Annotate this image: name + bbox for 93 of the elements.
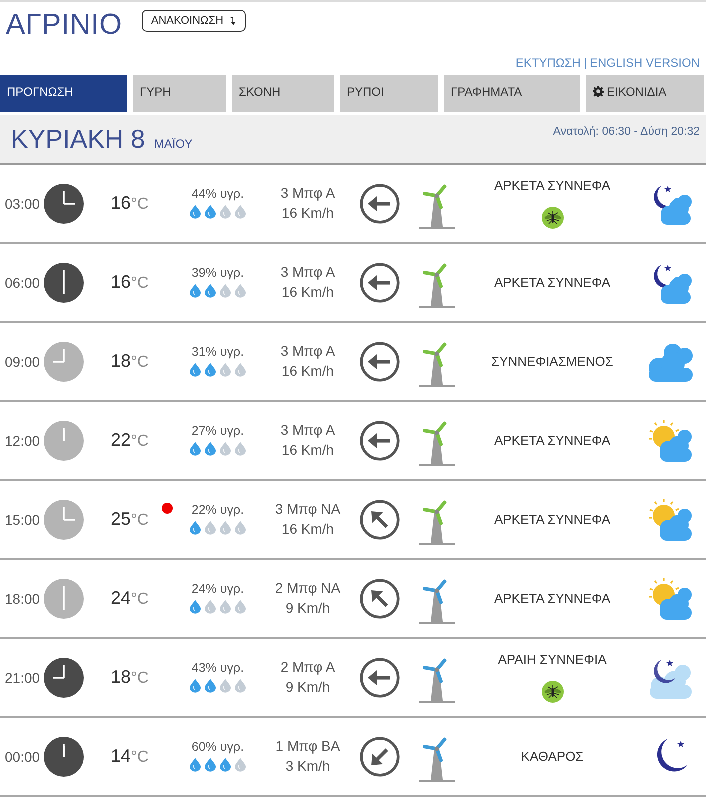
- wind-speed-label: 9 Km/h: [286, 598, 330, 618]
- temperature: 16°C: [111, 272, 149, 293]
- wind-force-label: 3 Μπφ Α: [280, 420, 336, 440]
- drop-icon: [205, 678, 216, 692]
- drop-icon: [205, 442, 216, 456]
- month-label: ΜΑΪΟΥ: [154, 137, 193, 151]
- wind-speed-label: 16 Km/h: [282, 440, 334, 460]
- drop-icon: [220, 442, 231, 456]
- condition-label: ΑΡΚΕΤΑ ΣΥΝΝΕΦΑ: [494, 512, 611, 527]
- day-title: ΚΥΡΙΑΚΗ 8: [11, 124, 146, 155]
- temperature: 25°C: [111, 509, 149, 530]
- nav-tab[interactable]: ΓΡΑΦΗΜΑΤΑ: [444, 75, 580, 112]
- wind-force-label: 1 Μπφ ΒΑ: [276, 736, 340, 756]
- nav-tab[interactable]: ΓΥΡΗ: [133, 75, 226, 112]
- time-label: 00:00: [4, 748, 42, 764]
- wind-speed-label: 16 Km/h: [282, 362, 334, 380]
- humidity-label: 60% υγρ.: [192, 740, 244, 754]
- condition-label: ΑΡΚΕΤΑ ΣΥΝΝΕΦΑ: [494, 591, 611, 606]
- drop-icon: [205, 520, 216, 534]
- drop-icon: [205, 600, 216, 614]
- condition-label: ΑΡΚΕΤΑ ΣΥΝΝΕΦΑ: [494, 433, 611, 448]
- nav-tab[interactable]: ΕΙΚΟΝΙΔΙΑ: [586, 75, 704, 112]
- temperature: 22°C: [111, 430, 149, 451]
- wind-force-label: 3 Μπφ Α: [280, 262, 336, 282]
- condition-label: ΑΡΚΕΤΑ ΣΥΝΝΕΦΑ: [494, 178, 611, 193]
- humidity-label: 24% υγρ.: [192, 582, 244, 596]
- drop-icon: [205, 362, 216, 376]
- wind-speed-label: 16 Km/h: [282, 282, 334, 302]
- nav-tab[interactable]: ΡΥΠΟΙ: [340, 75, 438, 112]
- wind-force-label: 3 Μπφ ΝΑ: [275, 500, 341, 518]
- wind-speed-label: 16 Km/h: [282, 520, 334, 538]
- drop-icon: [190, 284, 201, 298]
- drop-icon: [190, 758, 201, 772]
- drop-icon: [220, 284, 231, 298]
- drop-icon: [235, 442, 246, 456]
- humidity-label: 31% υγρ.: [192, 344, 244, 358]
- drop-icon: [235, 284, 246, 298]
- wind-speed-label: 9 Km/h: [286, 678, 330, 696]
- wind-force-label: 3 Μπφ Α: [280, 342, 336, 360]
- drop-icon: [235, 758, 246, 772]
- temperature: 24°C: [111, 588, 149, 609]
- sun-times: Ανατολή: 06:30 - Δύση 20:32: [553, 126, 700, 138]
- drop-icon: [190, 600, 201, 614]
- condition-label: ΑΡΑΙΗ ΣΥΝΝΕΦΙΑ: [498, 652, 607, 667]
- nav-tab[interactable]: ΠΡΟΓΝΩΣΗ: [0, 75, 127, 112]
- time-label: 21:00: [4, 670, 42, 686]
- humidity-label: 22% υγρ.: [192, 502, 244, 516]
- drop-icon: [205, 204, 216, 218]
- condition-label: ΑΡΚΕΤΑ ΣΥΝΝΕΦΑ: [494, 275, 611, 290]
- drop-icon: [220, 758, 231, 772]
- nav-tab[interactable]: ΣΚΟΝΗ: [232, 75, 334, 112]
- temperature: 18°C: [111, 667, 149, 688]
- time-label: 18:00: [4, 590, 42, 606]
- humidity-label: 44% υγρ.: [192, 186, 244, 200]
- temperature: 18°C: [111, 351, 149, 372]
- drop-icon: [220, 520, 231, 534]
- drop-icon: [220, 678, 231, 692]
- drop-icon: [235, 204, 246, 218]
- wind-force-label: 3 Μπφ Α: [280, 184, 336, 202]
- humidity-label: 39% υγρ.: [192, 266, 244, 280]
- drop-icon: [190, 442, 201, 456]
- drop-icon: [220, 362, 231, 376]
- drop-icon: [190, 520, 201, 534]
- temperature: 14°C: [111, 746, 149, 767]
- drop-icon: [190, 204, 201, 218]
- time-label: 03:00: [4, 196, 42, 212]
- drop-icon: [235, 362, 246, 376]
- temperature: 16°C: [111, 193, 149, 214]
- wind-speed-label: 3 Km/h: [286, 756, 330, 776]
- city-title: ΑΓΡΙΝΙΟ: [6, 8, 122, 42]
- drop-icon: [235, 520, 246, 534]
- gear-icon: [593, 86, 604, 97]
- drop-icon: [190, 678, 201, 692]
- humidity-label: 43% υγρ.: [192, 660, 244, 674]
- arrow-down-icon: [230, 16, 237, 26]
- drop-icon: [220, 204, 231, 218]
- time-label: 06:00: [4, 274, 42, 290]
- time-label: 09:00: [4, 354, 42, 370]
- wind-force-label: 2 Μπφ ΝΑ: [275, 578, 341, 598]
- announcement-button[interactable]: ΑΝΑΚΟΙΝΩΣΗ: [142, 10, 246, 32]
- drop-icon: [220, 600, 231, 614]
- drop-icon: [190, 362, 201, 376]
- drop-icon: [235, 678, 246, 692]
- wind-speed-label: 16 Km/h: [282, 204, 334, 222]
- time-label: 15:00: [4, 512, 42, 528]
- humidity-label: 27% υγρ.: [192, 424, 244, 438]
- drop-icon: [205, 758, 216, 772]
- drop-icon: [235, 600, 246, 614]
- condition-label: ΣΥΝΝΕΦΙΑΣΜΕΝΟΣ: [492, 354, 614, 369]
- drop-icon: [205, 284, 216, 298]
- wind-force-label: 2 Μπφ Α: [280, 658, 336, 676]
- condition-label: ΚΑΘΑΡΟΣ: [521, 749, 584, 764]
- time-label: 12:00: [4, 432, 42, 448]
